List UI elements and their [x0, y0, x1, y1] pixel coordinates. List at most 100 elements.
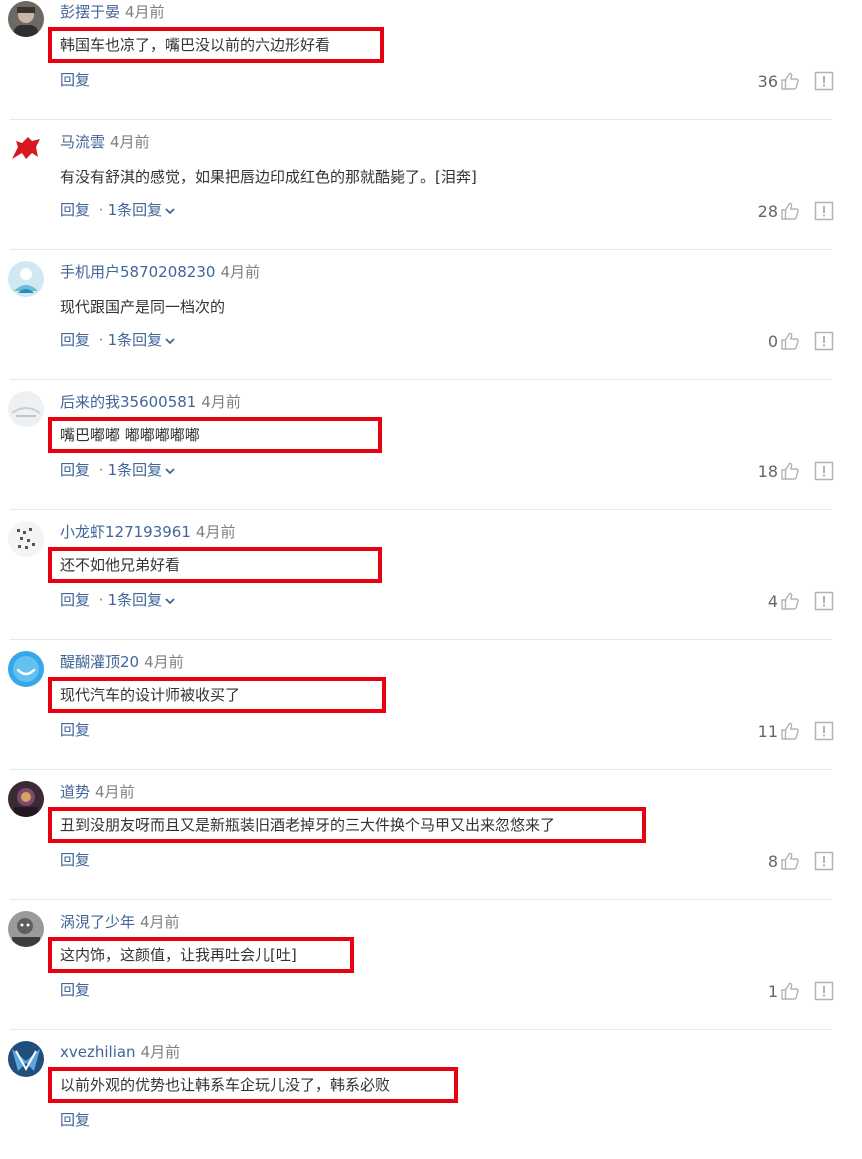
report-icon[interactable]	[814, 461, 834, 481]
thumbs-up-icon[interactable]	[780, 721, 800, 741]
comment-divider	[10, 1029, 832, 1030]
user-avatar[interactable]	[8, 1, 44, 37]
view-replies-button[interactable]: · 1条回复	[95, 591, 176, 609]
comment-header: 醍醐灌顶20 4月前	[60, 652, 184, 672]
thumbs-up-icon[interactable]	[780, 981, 800, 1001]
highlighted-comment-text: 丑到没朋友呀而且又是新瓶装旧酒老掉牙的三大件换个马甲又出来忽悠来了	[48, 807, 646, 843]
comment-divider	[10, 119, 832, 120]
like-count: 1	[767, 981, 778, 1001]
comment-item: 马流雲 4月前 有没有舒淇的感觉，如果把唇边印成红色的那就酷毙了。[泪奔] 回复 …	[0, 119, 862, 249]
comment-item: 小龙虾127193961 4月前 还不如他兄弟好看 回复 · 1条回复 4	[0, 509, 862, 639]
thumbs-up-icon[interactable]	[780, 461, 800, 481]
comment-header: 马流雲 4月前	[60, 132, 150, 152]
reply-button[interactable]: 回复	[60, 461, 90, 479]
user-avatar[interactable]	[8, 651, 44, 687]
reply-button[interactable]: 回复	[60, 851, 90, 869]
thumbs-up-icon[interactable]	[780, 201, 800, 221]
user-avatar[interactable]	[8, 391, 44, 427]
username-link[interactable]: 小龙虾127193961	[60, 523, 191, 541]
username-link[interactable]: 彭摆于晏	[60, 3, 120, 21]
report-icon[interactable]	[814, 721, 834, 741]
username-link[interactable]: xvezhilian	[60, 1043, 136, 1061]
action-separator: ·	[98, 331, 104, 349]
like-count: 4	[767, 591, 778, 611]
reply-button[interactable]: 回复	[60, 981, 90, 999]
report-icon[interactable]	[814, 201, 834, 221]
comment-actions: 回复 ·	[60, 1109, 90, 1131]
reply-button[interactable]: 回复	[60, 331, 90, 349]
reply-button[interactable]: 回复	[60, 591, 90, 609]
highlighted-comment-text: 还不如他兄弟好看	[48, 547, 382, 583]
comment-divider	[10, 899, 832, 900]
comment-header: 涡涀了少年 4月前	[60, 912, 180, 932]
comment-time: 4月前	[201, 393, 241, 411]
thumbs-up-icon[interactable]	[780, 851, 800, 871]
username-link[interactable]: 涡涀了少年	[60, 913, 135, 931]
comment-time: 4月前	[195, 523, 236, 541]
report-icon[interactable]	[814, 591, 834, 611]
reply-button[interactable]: 回复	[60, 71, 90, 89]
action-separator: ·	[98, 461, 104, 479]
comment-divider	[10, 509, 832, 510]
user-avatar[interactable]	[8, 131, 44, 167]
comment-item: 手机用户5870208230 4月前 现代跟国产是同一档次的 回复 · 1条回复 0	[0, 249, 862, 379]
chevron-down-icon	[165, 337, 175, 344]
comment-meta-right: 18	[758, 459, 834, 483]
user-avatar[interactable]	[8, 261, 44, 297]
report-icon[interactable]	[814, 71, 834, 91]
user-avatar[interactable]	[8, 521, 44, 557]
comment-header: xvezhilian 4月前	[60, 1042, 180, 1062]
comment-header: 道势 4月前	[60, 782, 135, 802]
user-avatar[interactable]	[8, 911, 44, 947]
comment-time: 4月前	[144, 653, 184, 671]
highlighted-comment-text: 以前外观的优势也让韩系车企玩儿没了，韩系必败	[48, 1067, 458, 1103]
user-avatar[interactable]	[8, 1041, 44, 1077]
comment-time: 4月前	[220, 263, 260, 281]
reply-button[interactable]: 回复	[60, 201, 90, 219]
thumbs-up-icon[interactable]	[780, 591, 800, 611]
report-icon[interactable]	[814, 981, 834, 1001]
view-replies-button[interactable]: · 1条回复	[95, 331, 176, 349]
comment-header: 彭摆于晏 4月前	[60, 2, 165, 22]
like-count: 36	[757, 71, 778, 91]
like-count: 0	[767, 331, 778, 351]
report-icon[interactable]	[814, 851, 834, 871]
thumbs-up-icon[interactable]	[780, 331, 800, 351]
replies-count-label: 1条回复	[107, 591, 163, 609]
reply-button[interactable]: 回复	[60, 721, 90, 739]
thumbs-up-icon[interactable]	[780, 71, 800, 91]
chevron-down-icon	[165, 467, 175, 474]
comment-meta-right: 11	[758, 719, 834, 743]
view-replies-button[interactable]: · 1条回复	[95, 461, 176, 479]
report-icon[interactable]	[814, 331, 834, 351]
highlighted-comment-text: 现代汽车的设计师被收买了	[48, 677, 386, 713]
comment-meta-right: 0	[768, 329, 834, 353]
comment-header: 小龙虾127193961 4月前	[60, 522, 235, 542]
view-replies-button[interactable]: · 1条回复	[95, 201, 176, 219]
reply-button[interactable]: 回复	[60, 1111, 90, 1129]
comment-item: 醍醐灌顶20 4月前 现代汽车的设计师被收买了 回复 · 11	[0, 639, 862, 769]
comment-header: 后来的我35600581 4月前	[60, 392, 241, 412]
comment-item: xvezhilian 4月前 以前外观的优势也让韩系车企玩儿没了，韩系必败 回复 …	[0, 1029, 862, 1159]
comment-divider	[10, 379, 832, 380]
like-count: 11	[757, 721, 778, 741]
username-link[interactable]: 手机用户5870208230	[60, 263, 215, 281]
comment-item: 彭摆于晏 4月前 韩国车也凉了，嘴巴没以前的六边形好看 回复 · 36	[0, 0, 862, 119]
comment-time: 4月前	[140, 1043, 181, 1061]
chevron-down-icon	[165, 207, 175, 214]
highlighted-comment-text: 嘴巴嘟嘟 嘟嘟嘟嘟嘟	[48, 417, 382, 453]
username-link[interactable]: 道势	[60, 783, 90, 801]
comment-item: 涡涀了少年 4月前 这内饰，这颜值，让我再吐会儿[吐] 回复 · 1	[0, 899, 862, 1029]
comment-time: 4月前	[140, 913, 180, 931]
comment-time: 4月前	[110, 133, 150, 151]
like-count: 28	[757, 201, 778, 221]
username-link[interactable]: 后来的我35600581	[60, 393, 196, 411]
user-avatar[interactable]	[8, 781, 44, 817]
username-link[interactable]: 醍醐灌顶20	[60, 653, 139, 671]
comment-text: 现代跟国产是同一档次的	[60, 298, 226, 316]
comment-divider	[10, 769, 832, 770]
username-link[interactable]: 马流雲	[60, 133, 105, 151]
replies-count-label: 1条回复	[107, 461, 163, 479]
comment-actions: 回复 · 1条回复	[60, 589, 176, 611]
comment-actions: 回复 ·	[60, 849, 90, 871]
